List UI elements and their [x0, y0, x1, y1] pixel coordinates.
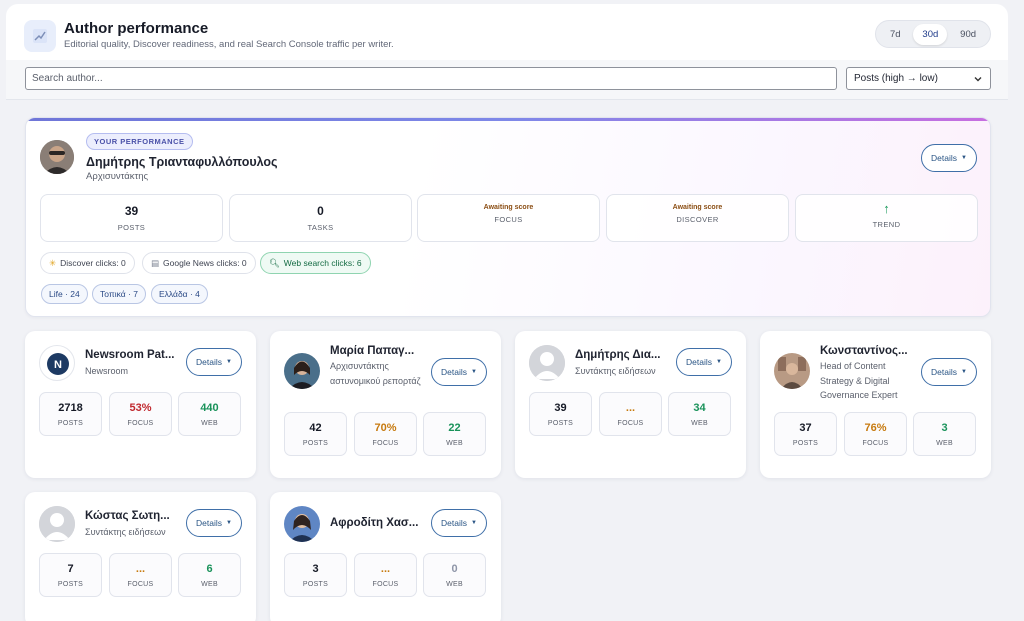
author-name: Μαρία Παπαγ... [330, 345, 415, 357]
details-button[interactable]: Details ▼ [431, 509, 487, 537]
page-subtitle: Editorial quality, Discover readiness, a… [64, 39, 394, 50]
category-tag[interactable]: Τοπικά · 7 [92, 284, 146, 304]
details-button[interactable]: Details ▼ [921, 144, 977, 172]
discover-clicks-chip: ✳ Discover clicks: 0 [40, 252, 135, 274]
author-card: Μαρία Παπαγ... Αρχισυντάκτης αστυνομικού… [270, 331, 501, 478]
range-7d[interactable]: 7d [881, 24, 910, 45]
author-name: Κώστας Σωτη... [85, 510, 170, 522]
details-button[interactable]: Details ▼ [676, 348, 732, 376]
stat-discover: Awaiting score DISCOVER [606, 194, 789, 242]
newspaper-icon: ▤ [151, 257, 160, 268]
category-tag[interactable]: Ελλάδα · 4 [151, 284, 208, 304]
chart-icon [24, 20, 56, 52]
your-performance-badge: YOUR PERFORMANCE [86, 133, 193, 150]
search-icon: 🔍︎ [269, 257, 280, 268]
sort-value: Posts (high → low) [854, 73, 938, 84]
author-role: Head of Content Strategy & Digital Gover… [820, 361, 898, 400]
mini-stat-posts: 3 POSTS [284, 553, 347, 597]
stat-trend: ↑ TREND [795, 194, 978, 242]
mini-stat-focus: ... FOCUS [599, 392, 662, 436]
caret-down-icon: ▼ [961, 369, 967, 375]
toolbar: Posts (high → low) [6, 60, 1008, 100]
sort-select[interactable]: Posts (high → low) [846, 67, 991, 90]
mini-stat-web: 3 WEB [913, 412, 976, 456]
avatar [40, 140, 74, 174]
mini-stat-posts: 7 POSTS [39, 553, 102, 597]
author-role: Αρχισυντάκτης [86, 171, 149, 182]
author-name: Αφροδίτη Χασ... [330, 517, 419, 529]
mini-stat-focus: ... FOCUS [354, 553, 417, 597]
avatar [284, 506, 320, 542]
avatar [529, 345, 565, 381]
caret-down-icon: ▼ [471, 520, 477, 526]
avatar [774, 353, 810, 389]
author-card: Κωνσταντίνος... Head of Content Strategy… [760, 331, 991, 478]
avatar [39, 506, 75, 542]
mini-stat-focus: ... FOCUS [109, 553, 172, 597]
stat-tasks: 0 TASKS [229, 194, 412, 242]
mini-stat-focus: 76% FOCUS [844, 412, 907, 456]
avatar: N [39, 345, 75, 381]
caret-down-icon: ▼ [961, 155, 967, 161]
mini-stat-web: 440 WEB [178, 392, 241, 436]
caret-down-icon: ▼ [716, 359, 722, 365]
author-name: Κωνσταντίνος... [820, 345, 908, 357]
avatar [284, 353, 320, 389]
mini-stat-focus: 70% FOCUS [354, 412, 417, 456]
search-input[interactable] [25, 67, 837, 90]
mini-stat-web: 22 WEB [423, 412, 486, 456]
stat-posts: 39 POSTS [40, 194, 223, 242]
author-role: Συντάκτης ειδήσεων [85, 527, 166, 537]
stat-focus: Awaiting score FOCUS [417, 194, 600, 242]
author-name: Δημήτρης Τριανταφυλλόπουλος [86, 155, 278, 169]
web-search-clicks-chip: 🔍︎ Web search clicks: 6 [260, 252, 371, 274]
details-button[interactable]: Details ▼ [431, 358, 487, 386]
caret-down-icon: ▼ [226, 359, 232, 365]
chevron-down-icon [974, 76, 982, 81]
sparkle-icon: ✳ [49, 257, 57, 268]
arrow-up-icon: ↑ [883, 201, 890, 216]
details-button[interactable]: Details ▼ [186, 348, 242, 376]
my-performance-card: YOUR PERFORMANCE Δημήτρης Τριανταφυλλόπο… [25, 117, 991, 317]
caret-down-icon: ▼ [226, 520, 232, 526]
author-card: Αφροδίτη Χασ... Details ▼ 3 POSTS ... FOCUS… [270, 492, 501, 621]
mini-stat-web: 34 WEB [668, 392, 731, 436]
mini-stat-web: 0 WEB [423, 553, 486, 597]
mini-stat-focus: 53% FOCUS [109, 392, 172, 436]
author-role: Συντάκτης ειδήσεων [575, 366, 656, 376]
details-button[interactable]: Details ▼ [186, 509, 242, 537]
caret-down-icon: ▼ [471, 369, 477, 375]
page-header: Author performance Editorial quality, Di… [6, 4, 1008, 60]
mini-stat-posts: 37 POSTS [774, 412, 837, 456]
range-selector: 7d 30d 90d [875, 20, 991, 48]
page-title: Author performance [64, 20, 209, 37]
svg-text:N: N [54, 359, 62, 371]
author-name: Δημήτρης Δια... [575, 349, 661, 361]
range-30d[interactable]: 30d [913, 23, 948, 45]
author-card: Δημήτρης Δια... Συντάκτης ειδήσεων Detai… [515, 331, 746, 478]
google-news-clicks-chip: ▤ Google News clicks: 0 [142, 252, 256, 274]
category-tag[interactable]: Life · 24 [41, 284, 88, 304]
author-card: Κώστας Σωτη... Συντάκτης ειδήσεων Detail… [25, 492, 256, 621]
details-button[interactable]: Details ▼ [921, 358, 977, 386]
author-role: Newsroom [85, 366, 129, 376]
author-card: N Newsroom Pat... Newsroom Details ▼ 2718… [25, 331, 256, 478]
accent-bar [26, 118, 990, 121]
author-role: Αρχισυντάκτης αστυνομικού ρεπορτάζ [330, 361, 421, 386]
mini-stat-web: 6 WEB [178, 553, 241, 597]
mini-stat-posts: 39 POSTS [529, 392, 592, 436]
mini-stat-posts: 2718 POSTS [39, 392, 102, 436]
mini-stat-posts: 42 POSTS [284, 412, 347, 456]
range-90d[interactable]: 90d [951, 24, 985, 45]
author-name: Newsroom Pat... [85, 349, 175, 361]
